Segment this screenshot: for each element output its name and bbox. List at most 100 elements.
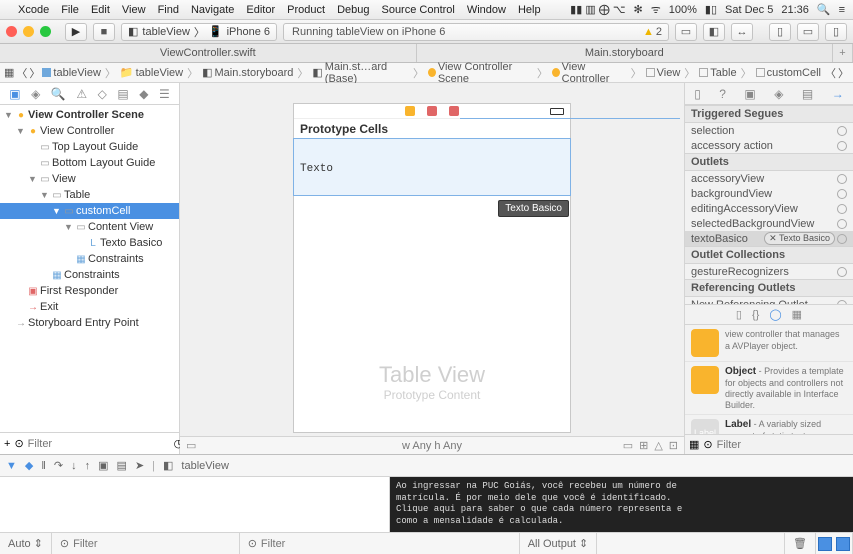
code-snippet-icon[interactable]: {} [752,309,759,321]
size-class-bar[interactable]: ▭ w Any h Any ▭ ⊞ △ ⊡ [180,436,684,454]
console-output[interactable]: Ao ingressar na PUC Goiás, você recebeu … [390,477,853,532]
tab-storyboard[interactable]: Main.storyboard [417,44,834,62]
outline-row[interactable]: →Exit [0,299,179,315]
menu-file[interactable]: File [61,4,79,16]
issue-indicator[interactable]: ▲ 2 [643,26,662,38]
library-items[interactable]: view controller that manages a AVPlayer … [685,325,853,434]
outlet-row[interactable]: accessoryView [685,171,853,186]
outlet-row[interactable]: gestureRecognizers [685,264,853,279]
jump-project[interactable]: tableView [53,67,101,79]
menu-window[interactable]: Window [467,4,506,16]
related-items-icon[interactable]: ▦ [4,66,14,79]
menu-debug[interactable]: Debug [337,4,369,16]
resolve-icon[interactable]: △ [654,439,662,452]
jump-storyboard[interactable]: Main.storyboard [215,67,294,79]
output-selector[interactable]: All Output ⇕ [520,533,598,554]
process-name[interactable]: tableView [181,460,229,472]
outline-toggle-icon[interactable]: ▭ [186,439,196,452]
outline-row[interactable]: ▭Top Layout Guide [0,139,179,155]
console-filter-input[interactable] [261,538,341,550]
interface-builder-canvas[interactable]: → Prototype Cells Texto Table View Proto… [180,83,685,454]
outline-row[interactable]: ▼▭View [0,171,179,187]
outline-row[interactable]: ▼▭Content View [0,219,179,235]
jump-folder[interactable]: tableView [136,67,184,79]
back-button[interactable]: 〈 [16,65,27,81]
help-inspector-icon[interactable]: ? [719,87,726,101]
menu-xcode[interactable]: Xcode [18,4,49,16]
vc-dock-icon[interactable] [405,106,415,116]
variables-filter-input[interactable] [73,538,153,550]
identity-inspector-icon[interactable]: ▣ [744,87,755,101]
report-navigator-icon[interactable]: ☰ [159,87,170,101]
outlet-row[interactable]: accessory action [685,138,853,153]
media-library-icon[interactable]: ▦ [792,308,802,321]
outlet-row[interactable]: New Referencing Outlet [685,297,853,304]
menu-view[interactable]: View [122,4,146,16]
jump-back-button[interactable]: 〈 [825,65,836,81]
clear-console-button[interactable]: 🗑 [785,533,816,554]
date[interactable]: Sat Dec 5 [725,4,773,16]
size-inspector-icon[interactable]: ▤ [802,87,813,101]
toggle-variables-button[interactable] [818,537,832,551]
forward-button[interactable]: 〉 [29,65,40,81]
object-library-icon[interactable]: ◯ [769,308,781,321]
continue-icon[interactable]: ‖ [41,460,46,472]
tab-viewcontroller[interactable]: ViewController.swift [0,44,417,62]
library-item[interactable]: Object - Provides a template for objects… [685,362,853,415]
library-filter-input[interactable] [717,439,853,451]
menu-navigate[interactable]: Navigate [191,4,234,16]
scheme-selector[interactable]: ◧ tableView 〉 📱 iPhone 6 [121,23,277,41]
navigator-filter-input[interactable] [28,438,170,450]
outline-row[interactable]: LTexto Basico [0,235,179,251]
time[interactable]: 21:36 [781,4,809,16]
outline-scene-header[interactable]: ▼●View Controller Scene [0,107,179,123]
size-class-label[interactable]: w Any h Any [402,440,462,452]
breakpoints-icon[interactable]: ◆ [25,459,33,472]
run-button[interactable]: ▶ [65,23,87,41]
outline-row[interactable]: ▣First Responder [0,283,179,299]
editor-standard-button[interactable]: ▭ [675,23,697,41]
outlet-row[interactable]: backgroundView [685,186,853,201]
outlet-row[interactable]: selectedBackgroundView [685,216,853,231]
issue-navigator-icon[interactable]: ⚠ [76,87,87,101]
memory-icon[interactable]: ▤ [117,459,127,472]
outline-row[interactable]: ▼▭Table [0,187,179,203]
align-icon[interactable]: ▭ [623,439,633,452]
spotlight-icon[interactable]: 🔍 [817,3,831,16]
attributes-inspector-icon[interactable]: ◈ [774,87,783,101]
outline-row[interactable]: ▭Bottom Layout Guide [0,155,179,171]
toggle-debug-button[interactable]: ▭ [797,23,819,41]
outlet-row[interactable]: textoBasico✕ Texto Basico [685,231,853,246]
symbol-navigator-icon[interactable]: ◈ [31,87,40,101]
close-button[interactable] [6,26,17,37]
library-item[interactable]: LabelLabel - A variably sized amount of … [685,415,853,434]
menu-editor[interactable]: Editor [246,4,275,16]
step-out-icon[interactable]: ↑ [85,460,91,472]
add-icon[interactable]: + [4,438,10,450]
test-navigator-icon[interactable]: ◇ [98,87,107,101]
library-item[interactable]: view controller that manages a AVPlayer … [685,325,853,362]
location-icon[interactable]: ➤ [135,459,144,472]
jump-view[interactable]: View [657,67,681,79]
project-navigator-icon[interactable]: ▣ [9,87,20,101]
toggle-console-button[interactable] [836,537,850,551]
outlet-row[interactable]: selection [685,123,853,138]
first-responder-dock-icon[interactable] [427,106,437,116]
battery-status[interactable]: 100% [669,4,697,16]
jump-bar[interactable]: ▦ 〈 〉 tableView〉 📁tableView〉 ◧Main.story… [0,63,853,83]
variables-view[interactable] [0,477,390,532]
find-navigator-icon[interactable]: 🔍 [51,87,66,101]
wifi-icon[interactable]: ᯤ [651,2,661,17]
cell-label[interactable]: Texto [300,163,564,175]
menu-product[interactable]: Product [287,4,325,16]
step-into-icon[interactable]: ↓ [71,460,77,472]
jump-forward-button[interactable]: 〉 [838,65,849,81]
scene-dock[interactable] [294,104,570,119]
jump-table[interactable]: Table [710,67,736,79]
step-over-icon[interactable]: ↷ [54,459,63,472]
debug-navigator-icon[interactable]: ▤ [117,87,128,101]
variables-auto-selector[interactable]: Auto ⇕ [0,533,52,554]
jump-vc[interactable]: View Controller [562,61,627,85]
bluetooth-icon[interactable]: ✻ [634,3,643,16]
menu-source-control[interactable]: Source Control [381,4,454,16]
